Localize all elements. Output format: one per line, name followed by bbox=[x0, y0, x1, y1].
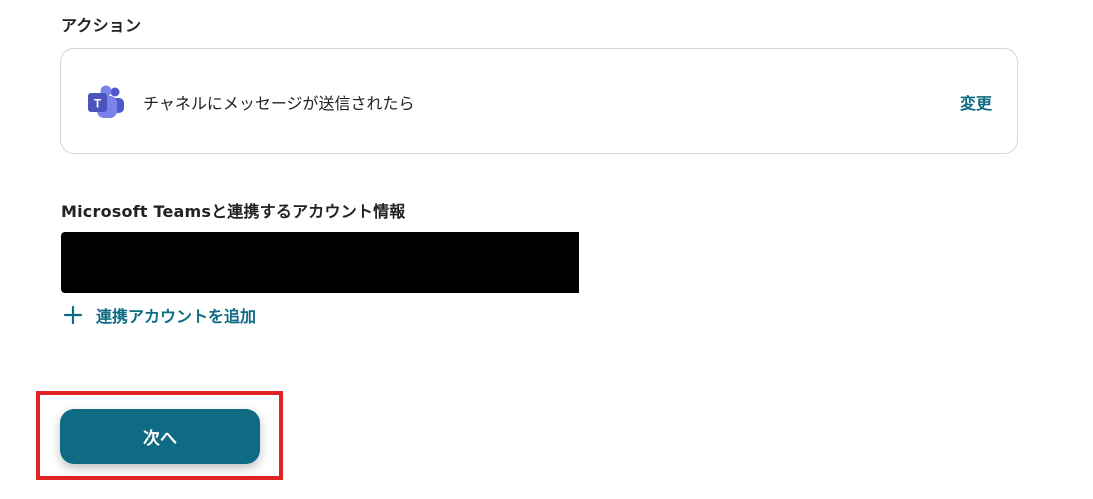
account-section-label: Microsoft Teamsと連携するアカウント情報 bbox=[61, 202, 406, 221]
action-card: T チャネルにメッセージが送信されたら 変更 bbox=[60, 48, 1018, 154]
add-account-label: 連携アカウントを追加 bbox=[96, 307, 257, 326]
action-section-label: アクション bbox=[61, 16, 142, 35]
add-account-link[interactable]: 連携アカウントを追加 bbox=[62, 302, 256, 328]
page: アクション T チャネルにメッセージが送信されたら 変更 Microsoft T… bbox=[0, 0, 1093, 499]
trigger-name: チャネルにメッセージが送信されたら bbox=[143, 94, 415, 113]
account-select-field[interactable] bbox=[61, 232, 579, 293]
next-button[interactable]: 次へ bbox=[60, 409, 260, 464]
change-link[interactable]: 変更 bbox=[960, 90, 992, 114]
microsoft-teams-icon: T bbox=[88, 85, 124, 118]
svg-text:T: T bbox=[94, 97, 102, 111]
plus-icon bbox=[63, 305, 83, 325]
